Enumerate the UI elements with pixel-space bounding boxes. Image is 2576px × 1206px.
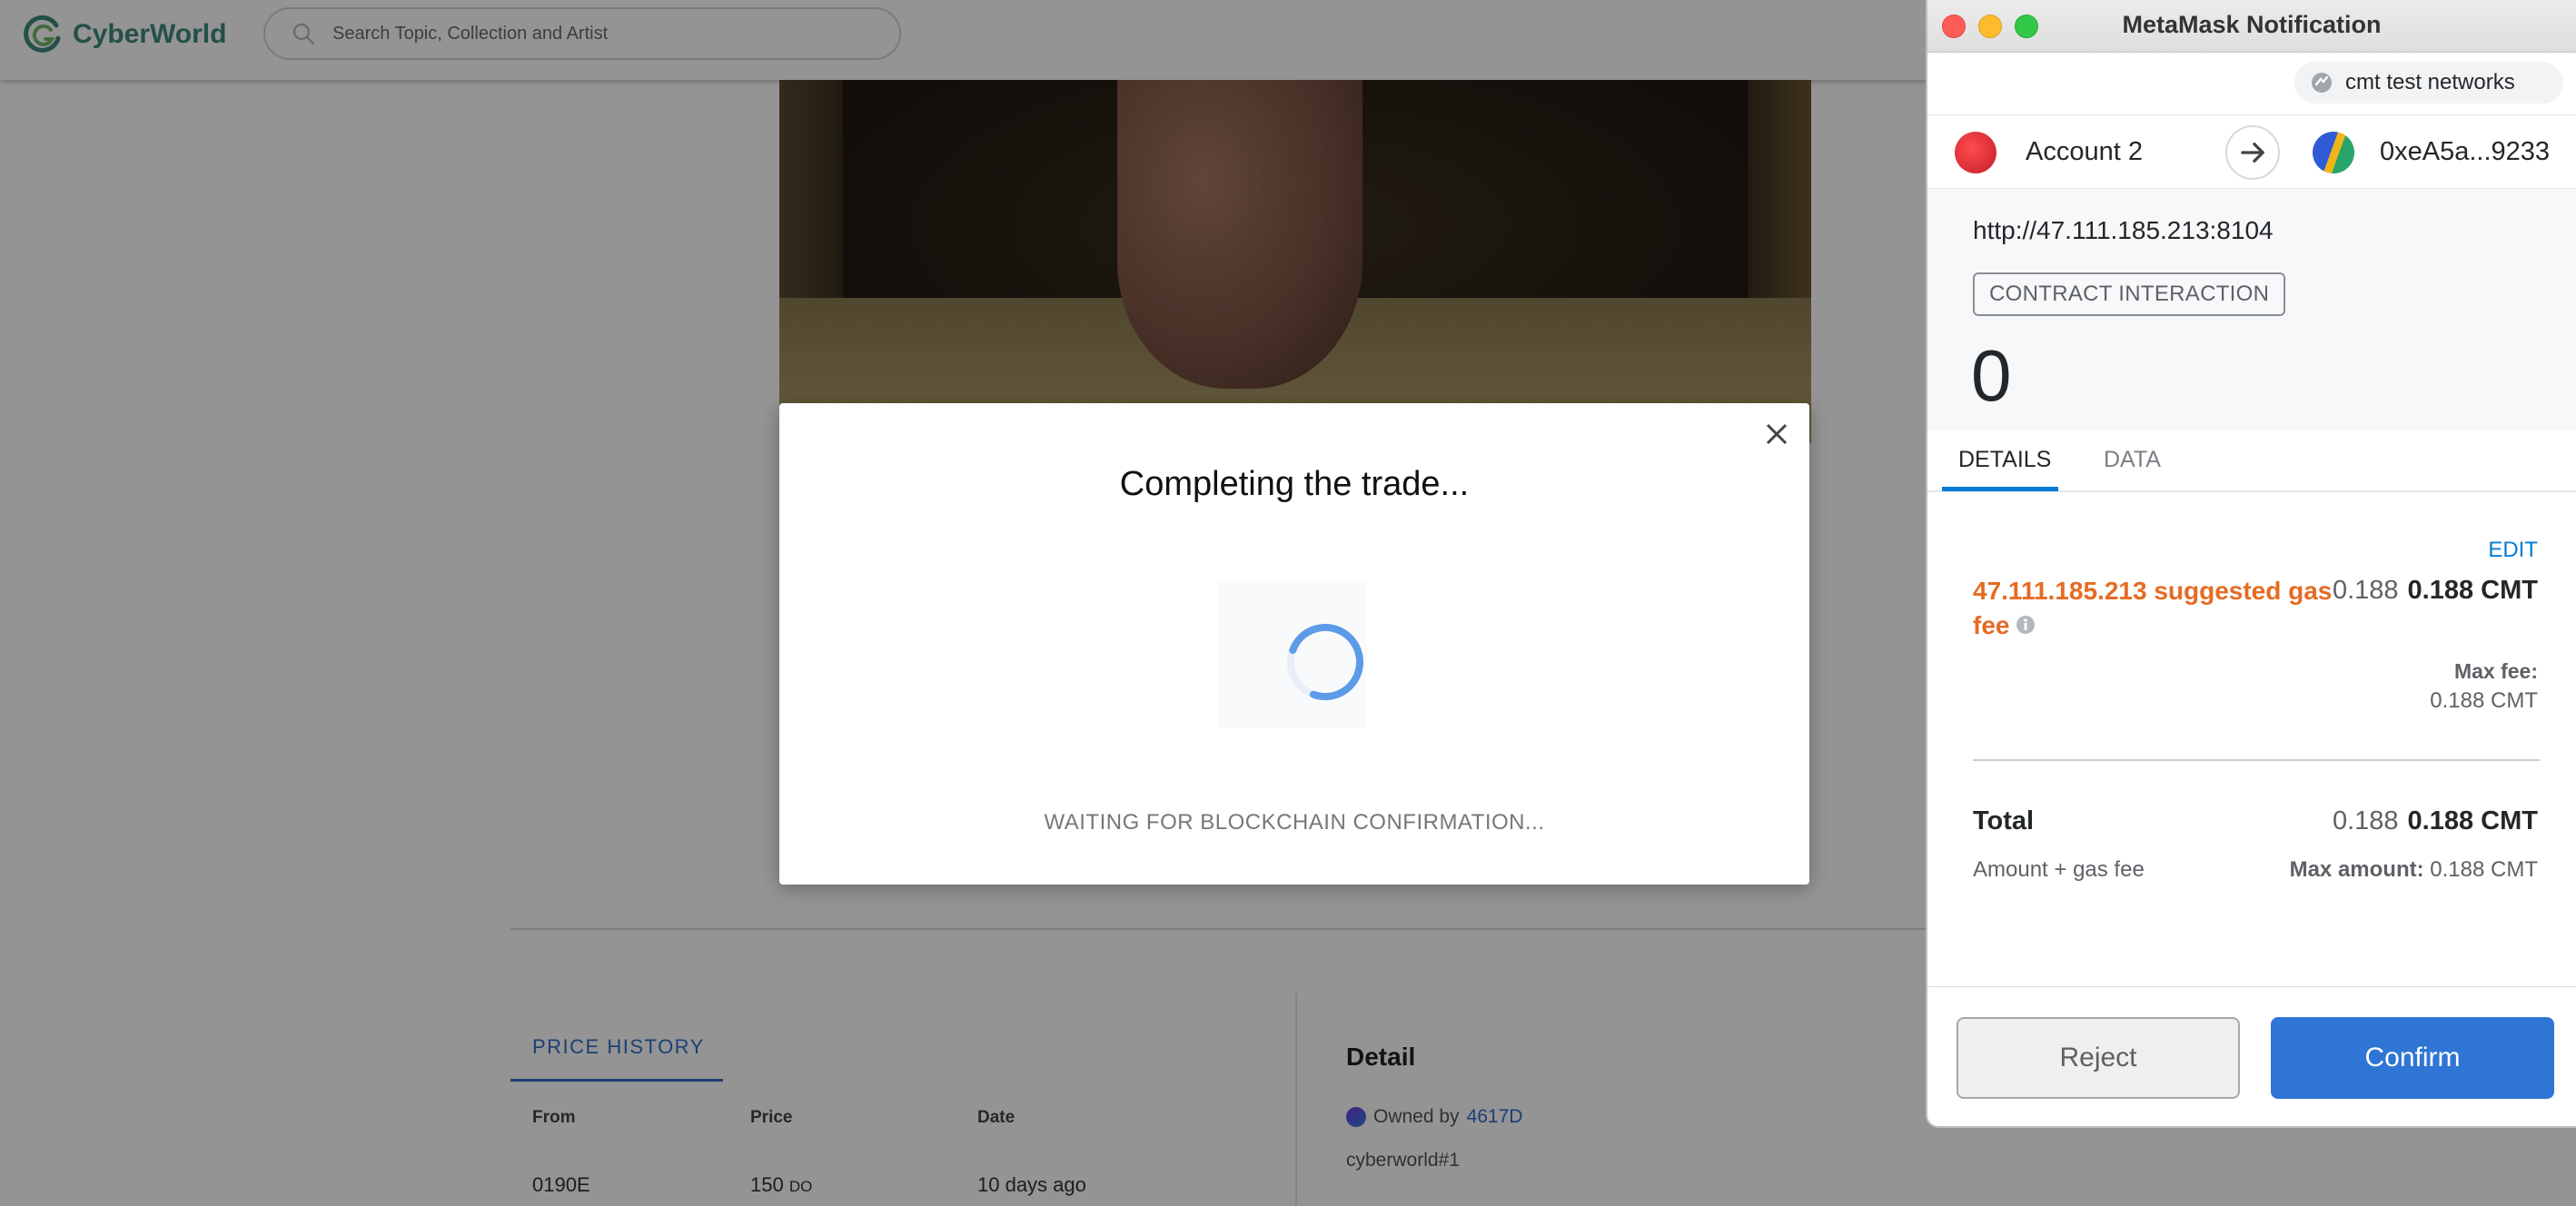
to-address-avatar — [2313, 132, 2354, 173]
summary-divider — [1973, 759, 2540, 761]
gas-fee-label: 47.111.185.213 suggested gas fee — [1973, 574, 2336, 643]
metamask-window: MetaMask Notification cmt test networks … — [1926, 0, 2576, 1128]
total-value: 0.188 0.188 CMT — [2333, 806, 2538, 836]
account-row: Account 2 0xeA5a...9233 — [1927, 114, 2576, 189]
window-titlebar: MetaMask Notification — [1927, 0, 2576, 53]
gas-fee-secondary: 0.188 CMT — [2407, 576, 2538, 605]
total-subtext: Amount + gas fee — [1973, 857, 2145, 882]
detail-tabs: DETAILS DATA — [1927, 430, 2576, 492]
transaction-summary: http://47.111.185.213:8104 CONTRACT INTE… — [1927, 189, 2576, 430]
max-amount-label: Max amount: — [2289, 857, 2424, 882]
total-primary: 0.188 — [2332, 806, 2399, 835]
transaction-amount: 0 — [1971, 335, 2012, 416]
reject-button[interactable]: Reject — [1957, 1017, 2240, 1099]
close-icon[interactable] — [1759, 416, 1795, 452]
gas-fee-value: 0.188 0.188 CMT — [2333, 576, 2538, 606]
to-address[interactable]: 0xeA5a...9233 — [2380, 137, 2550, 167]
trade-modal: Completing the trade... WAITING FOR BLOC… — [779, 403, 1809, 885]
footer-divider — [1927, 986, 2576, 987]
network-name: cmt test networks — [2345, 70, 2515, 94]
max-amount: Max amount: 0.188 CMT — [2290, 857, 2538, 883]
modal-status-text: WAITING FOR BLOCKCHAIN CONFIRMATION... — [1044, 810, 1545, 835]
confirm-button[interactable]: Confirm — [2271, 1017, 2554, 1099]
modal-title: Completing the trade... — [1119, 465, 1470, 503]
max-fee-value: 0.188 CMT — [2430, 688, 2538, 713]
from-account-name[interactable]: Account 2 — [2026, 137, 2143, 167]
from-account-avatar — [1955, 132, 1996, 173]
network-icon — [2312, 73, 2332, 93]
tab-details[interactable]: DETAILS — [1958, 447, 2051, 473]
loading-spinner-icon — [1287, 624, 1363, 700]
tab-data[interactable]: DATA — [2104, 447, 2161, 473]
network-selector[interactable]: cmt test networks — [2294, 62, 2563, 104]
gas-fee-primary: 0.188 — [2332, 576, 2399, 605]
info-icon[interactable] — [2015, 614, 2036, 636]
origin-url: http://47.111.185.213:8104 — [1973, 216, 2274, 244]
total-label: Total — [1973, 806, 2035, 835]
max-amount-value: 0.188 CMT — [2430, 857, 2538, 882]
total-secondary: 0.188 CMT — [2407, 806, 2538, 835]
arrow-right-icon — [2225, 125, 2280, 180]
window-title: MetaMask Notification — [2122, 11, 2382, 38]
edit-gas-button[interactable]: EDIT — [2488, 538, 2538, 563]
tab-active-indicator — [1942, 487, 2058, 491]
contract-interaction-badge: CONTRACT INTERACTION — [1973, 272, 2286, 316]
max-fee-label: Max fee: — [2453, 659, 2538, 683]
